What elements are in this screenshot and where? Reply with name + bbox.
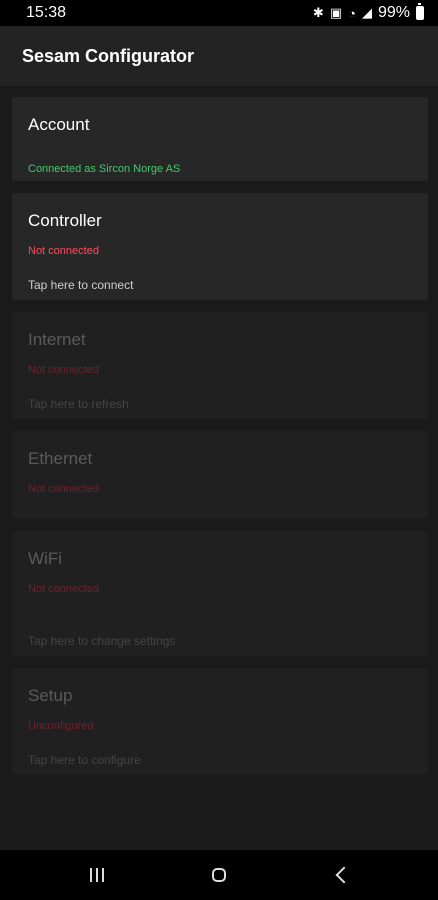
home-icon (212, 868, 226, 882)
internet-title: Internet (28, 330, 86, 349)
home-button[interactable] (158, 850, 280, 900)
recents-icon (90, 868, 104, 882)
navigation-bar (0, 850, 438, 900)
battery-icon (416, 3, 424, 20)
main-content: Account Connected as Sircon Norge AS Con… (0, 86, 438, 850)
setup-title: Setup (28, 686, 73, 705)
account-status: Connected as Sircon Norge AS (28, 163, 181, 175)
back-icon (335, 866, 353, 884)
wifi-hint: Tap here to change settings (28, 634, 176, 648)
controller-title: Controller (28, 211, 102, 230)
account-title: Account (28, 115, 90, 134)
back-button[interactable] (280, 850, 402, 900)
setup-card[interactable]: Setup Unconfigured Tap here to configure (12, 668, 428, 775)
ethernet-title: Ethernet (28, 449, 93, 468)
ethernet-status: Not connected (28, 483, 99, 495)
app-title: Sesam Configurator (22, 45, 195, 66)
internet-hint: Tap here to refresh (28, 397, 129, 411)
account-card[interactable]: Account Connected as Sircon Norge AS (12, 97, 428, 181)
wifi-icon: ◔ (348, 5, 356, 21)
internet-status: Not connected (28, 364, 99, 376)
app-bar: Sesam Configurator (0, 26, 438, 86)
battery-level: 99% (377, 4, 410, 21)
setup-status: Unconfigured (28, 720, 94, 732)
status-bar: 15:38 ✱ ▣ ◔ ◢ 99% (0, 0, 438, 26)
bluetooth-icon: ✱ (312, 5, 324, 20)
controller-status: Not connected (28, 245, 99, 257)
status-time: 15:38 (26, 4, 67, 21)
controller-card[interactable]: Controller Not connected Tap here to con… (12, 193, 428, 300)
status-icons: ✱ ▣ ◔ ◢ 99% (312, 3, 424, 22)
nfc-icon: ▣ (329, 5, 343, 20)
signal-icon: ◢ (361, 5, 372, 20)
wifi-title: WiFi (28, 549, 62, 568)
ethernet-card[interactable]: Ethernet Not connected (12, 431, 428, 519)
wifi-status: Not connected (28, 583, 99, 595)
recents-button[interactable] (36, 850, 158, 900)
setup-hint: Tap here to configure (28, 753, 141, 767)
controller-hint: Tap here to connect (28, 278, 134, 292)
internet-card[interactable]: Internet Not connected Tap here to refre… (12, 312, 428, 419)
wifi-card[interactable]: WiFi Not connected Tap here to change se… (12, 531, 428, 656)
